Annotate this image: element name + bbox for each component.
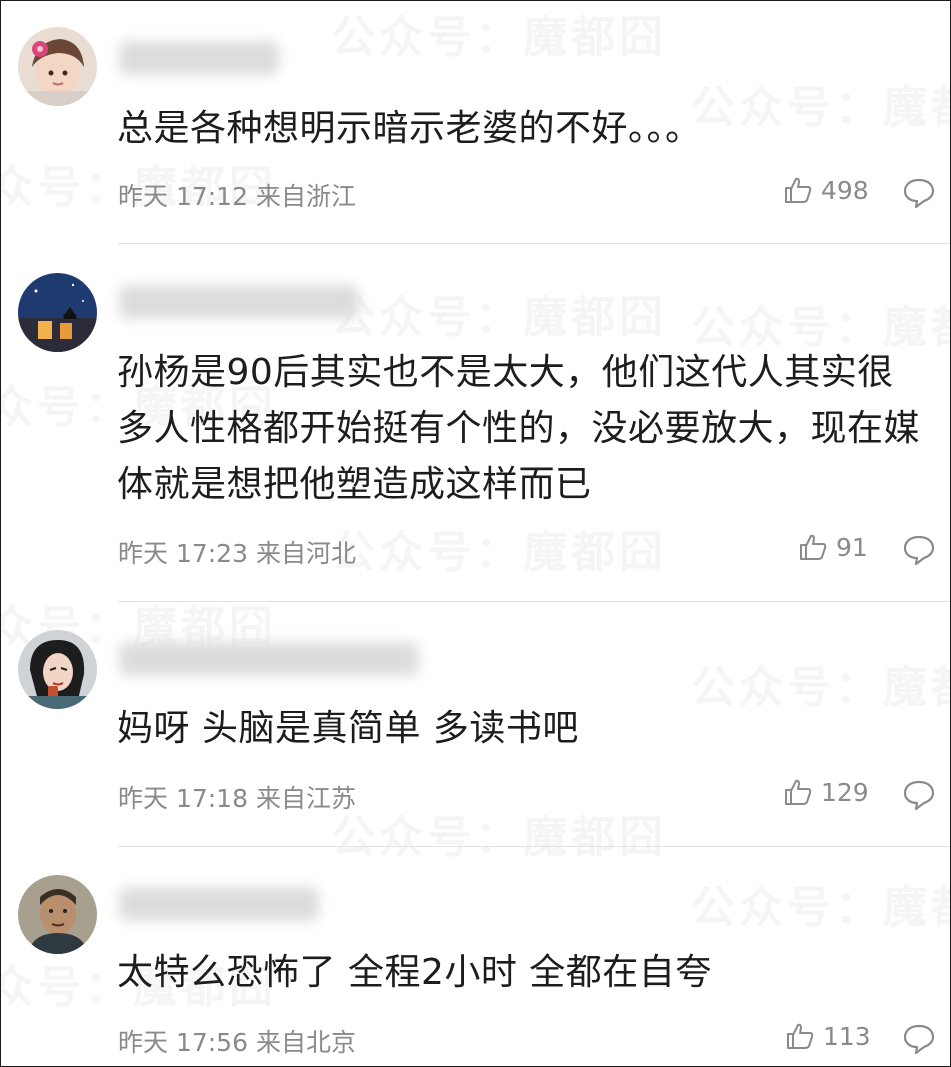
thumbs-up-icon <box>785 779 812 805</box>
watermark: 公众号：魔都囧 <box>331 292 667 343</box>
like-button[interactable]: 129 <box>783 777 869 807</box>
divider <box>118 601 950 602</box>
like-count: 129 <box>821 777 869 807</box>
like-count: 91 <box>836 532 868 562</box>
reply-icon[interactable] <box>902 779 936 811</box>
comment-meta: 昨天 17:56 来自北京 <box>118 1028 356 1057</box>
user-avatar[interactable] <box>18 875 97 954</box>
reply-icon[interactable] <box>902 177 936 209</box>
user-avatar[interactable] <box>18 273 97 352</box>
watermark: 公众号：魔都囧 <box>331 812 667 863</box>
comment-meta: 昨天 17:12 来自浙江 <box>118 182 356 211</box>
like-button[interactable]: 91 <box>798 532 868 562</box>
comment-text: 孙杨是90后其实也不是太大，他们这代人其实很多人性格都开始挺有个性的，没必要放大… <box>117 352 921 505</box>
thumbs-up-icon <box>785 177 812 203</box>
divider <box>118 243 950 244</box>
user-avatar[interactable] <box>18 27 97 106</box>
watermark: 公众号：魔都囧 <box>691 882 950 933</box>
user-avatar[interactable] <box>18 630 97 709</box>
thumbs-up-icon <box>787 1023 814 1049</box>
comment-meta: 昨天 17:23 来自河北 <box>118 539 356 568</box>
watermark: 公众号：魔都囧 <box>331 12 667 63</box>
username-blurred[interactable] <box>119 285 359 319</box>
comment-text: 总是各种想明示暗示老婆的不好。。。 <box>117 108 702 149</box>
like-button[interactable]: 498 <box>783 175 869 205</box>
like-count: 113 <box>823 1021 871 1051</box>
divider <box>118 846 950 847</box>
reply-icon[interactable] <box>902 534 936 566</box>
like-button[interactable]: 113 <box>785 1021 871 1051</box>
username-blurred[interactable] <box>119 41 279 75</box>
comment-text: 太特么恐怖了 全程2小时 全都在自夸 <box>117 952 712 993</box>
watermark: 公众号：魔都囧 <box>331 527 667 578</box>
reply-icon[interactable] <box>902 1023 936 1055</box>
thumbs-up-icon <box>800 534 827 560</box>
username-blurred[interactable] <box>119 642 419 676</box>
comment-list: 公众号：魔都囧 公众号：魔都囧 公众号：魔都囧 公众号：魔都囧 公众号：魔都囧 … <box>0 0 951 1067</box>
username-blurred[interactable] <box>119 887 319 921</box>
comment-text: 妈呀 头脑是真简单 多读书吧 <box>117 708 579 749</box>
comment-meta: 昨天 17:18 来自江苏 <box>118 784 356 813</box>
like-count: 498 <box>821 175 869 205</box>
